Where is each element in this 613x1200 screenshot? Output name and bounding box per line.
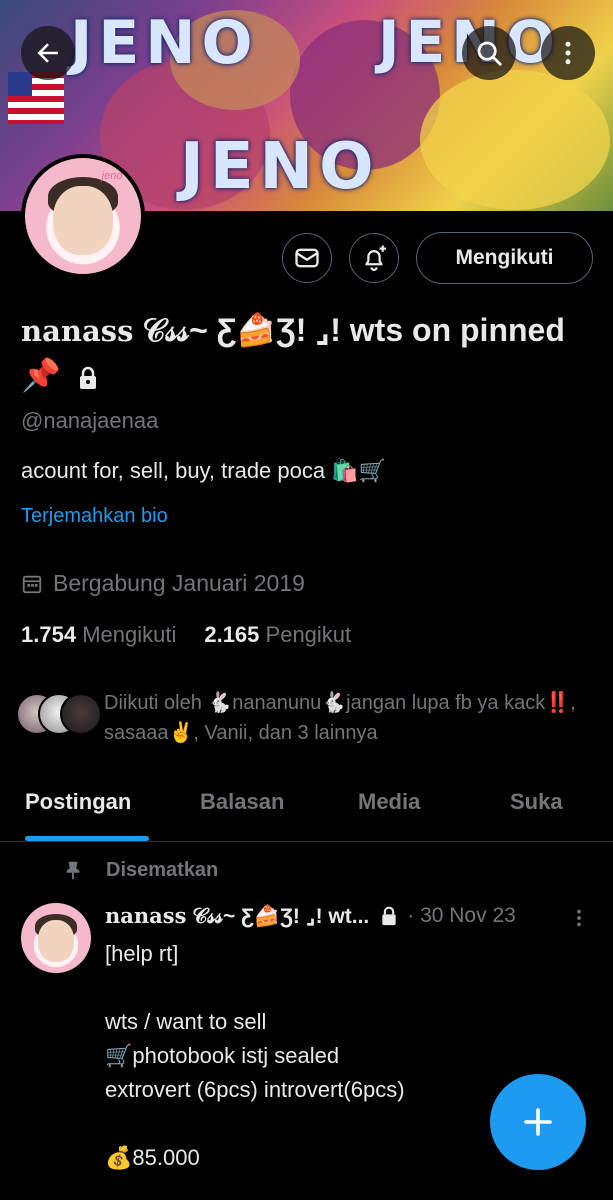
active-tab-indicator (25, 836, 149, 841)
more-vertical-icon (577, 909, 581, 927)
pin-icon (66, 861, 80, 880)
banner-watermark: JENO (70, 8, 259, 78)
more-button[interactable] (541, 26, 595, 80)
join-date: Bergabung Januari 2019 (21, 570, 305, 597)
mutual-followers-avatars[interactable] (16, 693, 102, 737)
pin-emoji: 📌 (21, 357, 61, 393)
display-name: nanass 𝒞𝓈𝓈~ Ƹ🍰Ʒ! ⌟! wts on pinned 📌 (21, 308, 601, 397)
compose-button[interactable] (490, 1074, 586, 1170)
bio-text: acount for, sell, buy, trade poca 🛍️🛒 (21, 458, 387, 483)
post-author-name[interactable]: nanass 𝒞𝓈𝓈~ Ƹ🍰Ʒ! ⌟! wt... (105, 903, 369, 929)
post-author-latin: nanass (105, 903, 187, 928)
lock-icon (79, 366, 96, 389)
following-count: 1.754 (21, 622, 77, 647)
following-button[interactable]: Mengikuti (416, 232, 593, 284)
calendar-icon (22, 575, 42, 593)
notifications-button[interactable] (349, 233, 399, 283)
avatar (60, 693, 102, 735)
followers-label: Pengikut (265, 622, 352, 647)
following-stat[interactable]: 1.754 Mengikuti (21, 622, 176, 647)
flag-image (8, 72, 64, 124)
arrow-left-icon (37, 43, 58, 63)
avatar-tag: jeno (101, 169, 123, 182)
tab-likes[interactable]: Suka (510, 789, 563, 815)
bell-plus-icon (365, 245, 386, 271)
banner-watermark: JENO (180, 130, 380, 204)
join-date-text: Bergabung Januari 2019 (53, 570, 305, 596)
pinned-label: Disematkan (106, 858, 219, 881)
following-label: Mengikuti (82, 622, 177, 647)
pinned-indicator: Disematkan (62, 858, 218, 882)
followers-count: 2.165 (204, 622, 260, 647)
tab-posts[interactable]: Postingan (25, 789, 131, 815)
username-handle: @nanajaenaa (21, 408, 159, 433)
profile-avatar[interactable]: jeno (21, 154, 145, 278)
message-button[interactable] (282, 233, 332, 283)
display-name-rest: 𝒞𝓈𝓈~ Ƹ🍰Ʒ! ⌟! wts on pinned (133, 312, 565, 348)
post-header: nanass 𝒞𝓈𝓈~ Ƹ🍰Ʒ! ⌟! wt... · 30 Nov 23 (105, 903, 600, 929)
post-date[interactable]: · 30 Nov 23 (407, 904, 516, 928)
tab-replies[interactable]: Balasan (200, 789, 284, 815)
search-icon (477, 41, 502, 66)
post-avatar[interactable] (21, 903, 91, 973)
profile-tabs: Postingan Balasan Media Suka (0, 775, 613, 842)
post-author-rest: 𝒞𝓈𝓈~ Ƹ🍰Ʒ! ⌟! wt... (186, 905, 370, 928)
plus-icon (524, 1108, 552, 1136)
followers-stat[interactable]: 2.165 Pengikut (204, 622, 351, 647)
back-button[interactable] (21, 26, 75, 80)
follow-stats: 1.754 Mengikuti 2.165 Pengikut (21, 622, 351, 648)
post-more-button[interactable] (568, 905, 590, 936)
more-vertical-icon (565, 41, 571, 65)
translate-bio-link[interactable]: Terjemahkan bio (21, 505, 168, 528)
tab-media[interactable]: Media (358, 789, 420, 815)
lock-icon (382, 906, 396, 926)
followed-by-text[interactable]: Diikuti oleh 🐇nananunu🐇jangan lupa fb ya… (104, 688, 594, 748)
search-button[interactable] (462, 26, 516, 80)
display-name-latin: nanass (21, 314, 134, 348)
mail-icon (295, 248, 319, 268)
